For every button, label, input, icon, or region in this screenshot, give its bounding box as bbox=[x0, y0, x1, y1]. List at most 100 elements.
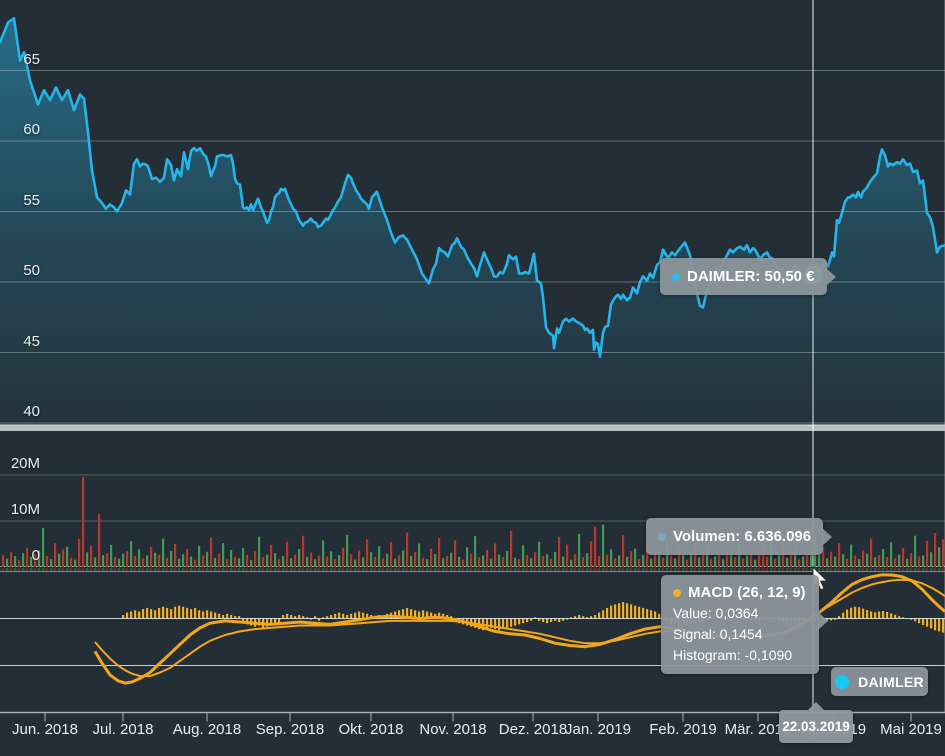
volume-bar-stub bbox=[574, 568, 576, 572]
volume-bar-stub bbox=[458, 568, 460, 572]
volume-bar bbox=[346, 535, 348, 567]
volume-bar-stub bbox=[138, 568, 140, 572]
macd-histogram-bar bbox=[634, 606, 636, 619]
volume-bar bbox=[210, 538, 212, 567]
volume-bar bbox=[638, 559, 640, 567]
volume-bar-stub bbox=[758, 568, 760, 572]
volume-bar-stub bbox=[918, 568, 920, 572]
volume-bar bbox=[470, 554, 472, 567]
volume-bar bbox=[922, 556, 924, 568]
volume-bar-stub bbox=[674, 568, 676, 572]
volume-bar bbox=[366, 539, 368, 567]
volume-bar-stub bbox=[318, 568, 320, 572]
volume-bar-stub bbox=[778, 568, 780, 572]
panel-separator[interactable] bbox=[0, 425, 945, 431]
volume-bar-stub bbox=[186, 568, 188, 572]
volume-bar bbox=[602, 525, 604, 567]
volume-bar-stub bbox=[178, 568, 180, 572]
volume-bar-stub bbox=[678, 568, 680, 572]
macd-histogram-bar bbox=[162, 607, 164, 619]
volume-bar bbox=[874, 557, 876, 567]
volume-bar-stub bbox=[346, 568, 348, 572]
volume-bar-stub bbox=[42, 568, 44, 572]
macd-histogram-bar bbox=[182, 607, 184, 619]
macd-histogram-bar bbox=[654, 611, 656, 618]
macd-histogram-bar bbox=[222, 615, 224, 619]
macd-histogram-bar bbox=[290, 615, 292, 619]
macd-histogram-bar bbox=[606, 608, 608, 619]
macd-histogram-bar bbox=[230, 615, 232, 619]
volume-bar bbox=[786, 558, 788, 567]
volume-bar-stub bbox=[538, 568, 540, 572]
volume-bar-stub bbox=[210, 568, 212, 572]
volume-bar bbox=[510, 531, 512, 567]
macd-histogram-bar bbox=[926, 619, 928, 627]
volume-bar-stub bbox=[282, 568, 284, 572]
macd-histogram-bar bbox=[942, 619, 944, 633]
volume-bar-stub bbox=[130, 568, 132, 572]
legend-instrument-badge[interactable]: DAIMLER bbox=[831, 667, 928, 696]
volume-bar bbox=[126, 551, 128, 567]
volume-bar bbox=[482, 556, 484, 568]
volume-bar-stub bbox=[294, 568, 296, 572]
stock-chart-root: 65605550454020M10M0Jun. 2018Jul. 2018Aug… bbox=[0, 0, 945, 756]
volume-bar-stub bbox=[306, 568, 308, 572]
volume-bar-stub bbox=[826, 568, 828, 572]
volume-bar bbox=[630, 551, 632, 567]
volume-bar-stub bbox=[182, 568, 184, 572]
volume-bar-stub bbox=[134, 568, 136, 572]
volume-bar-stub bbox=[906, 568, 908, 572]
volume-bar-stub bbox=[482, 568, 484, 572]
macd-histogram-bar bbox=[522, 619, 524, 624]
volume-bar-stub bbox=[474, 568, 476, 572]
volume-bar-stub bbox=[290, 568, 292, 572]
macd-histogram-bar bbox=[878, 611, 880, 618]
volume-bar-stub bbox=[654, 568, 656, 572]
volume-bar-stub bbox=[238, 568, 240, 572]
volume-bar bbox=[758, 555, 760, 567]
volume-bar-stub bbox=[502, 568, 504, 572]
volume-bar-stub bbox=[470, 568, 472, 572]
volume-bar-stub bbox=[286, 568, 288, 572]
volume-bar bbox=[114, 557, 116, 567]
macd-histogram-bar bbox=[646, 609, 648, 618]
volume-bar bbox=[918, 556, 920, 567]
volume-bar bbox=[842, 554, 844, 567]
volume-bar-stub bbox=[302, 568, 304, 572]
volume-bar bbox=[122, 554, 124, 567]
volume-bar-stub bbox=[446, 568, 448, 572]
volume-bar-stub bbox=[54, 568, 56, 572]
volume-bar-stub bbox=[770, 568, 772, 572]
volume-bar bbox=[98, 514, 100, 567]
macd-histogram-bar bbox=[558, 619, 560, 623]
volume-bar bbox=[450, 553, 452, 567]
volume-bar bbox=[278, 559, 280, 567]
volume-bar bbox=[262, 557, 264, 567]
volume-bar bbox=[338, 555, 340, 567]
macd-histogram-bar bbox=[282, 615, 284, 619]
volume-bar bbox=[86, 552, 88, 567]
macd-histogram-bar bbox=[886, 612, 888, 619]
volume-bar-stub bbox=[386, 568, 388, 572]
volume-bar-stub bbox=[26, 568, 28, 572]
volume-bar-stub bbox=[34, 568, 36, 572]
volume-bar bbox=[118, 559, 120, 567]
volume-bar-stub bbox=[510, 568, 512, 572]
volume-bar bbox=[66, 547, 68, 567]
volume-bar-stub bbox=[834, 568, 836, 572]
volume-bar bbox=[446, 556, 448, 567]
macd-histogram-bar bbox=[334, 614, 336, 619]
volume-bar-stub bbox=[226, 568, 228, 572]
volume-bar bbox=[18, 560, 20, 567]
volume-bar-stub bbox=[646, 568, 648, 572]
volume-bar bbox=[622, 535, 624, 567]
volume-bar bbox=[298, 549, 300, 567]
volume-bar-stub bbox=[734, 568, 736, 572]
volume-bar-stub bbox=[894, 568, 896, 572]
volume-bar bbox=[526, 555, 528, 567]
volume-bar bbox=[354, 560, 356, 567]
volume-bar-stub bbox=[782, 568, 784, 572]
volume-bar-stub bbox=[866, 568, 868, 572]
macd-histogram-bar bbox=[858, 607, 860, 618]
volume-bar-stub bbox=[74, 568, 76, 572]
